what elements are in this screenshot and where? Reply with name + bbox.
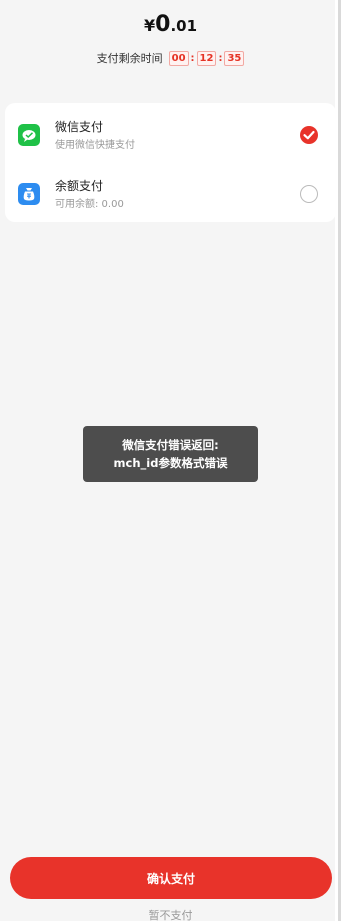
countdown-separator: : (190, 52, 195, 64)
toast-line-1: 微信支付错误返回: (122, 438, 219, 452)
currency-symbol: ¥ (143, 16, 156, 35)
payment-method-subtitle: 可用余额: 0.00 (55, 199, 124, 210)
selected-check-icon[interactable] (300, 126, 318, 144)
payment-countdown: 支付剩余时间 00 : 12 : 35 (0, 50, 341, 66)
payment-method-balance[interactable]: 余额支付 可用余额: 0.00 (5, 169, 336, 219)
skip-payment-link[interactable]: 暂不支付 (0, 907, 341, 921)
payment-method-wechat[interactable]: 微信支付 使用微信快捷支付 (5, 110, 336, 160)
countdown-minutes: 12 (196, 50, 217, 66)
countdown-separator: : (218, 52, 223, 64)
amount-decimal: .01 (170, 17, 198, 35)
amount-integer: 0 (155, 12, 171, 37)
wallet-icon (18, 183, 40, 205)
payment-method-card: 微信支付 使用微信快捷支付 余额支付 可用余额: 0.00 (5, 103, 336, 222)
countdown-hours: 00 (168, 50, 189, 66)
confirm-payment-button[interactable]: 确认支付 (10, 857, 332, 899)
unselected-radio-icon[interactable] (300, 185, 318, 203)
payment-amount: ¥0.01 (0, 12, 341, 37)
payment-method-title: 微信支付 (55, 120, 104, 134)
payment-method-title: 余额支付 (55, 179, 104, 193)
countdown-seconds: 35 (224, 50, 245, 66)
toast-line-2: mch_id参数格式错误 (113, 456, 228, 470)
payment-method-subtitle: 使用微信快捷支付 (55, 140, 135, 151)
countdown-label: 支付剩余时间 (96, 52, 163, 65)
wechat-pay-icon (18, 124, 40, 146)
error-toast: 微信支付错误返回: mch_id参数格式错误 (83, 426, 258, 482)
